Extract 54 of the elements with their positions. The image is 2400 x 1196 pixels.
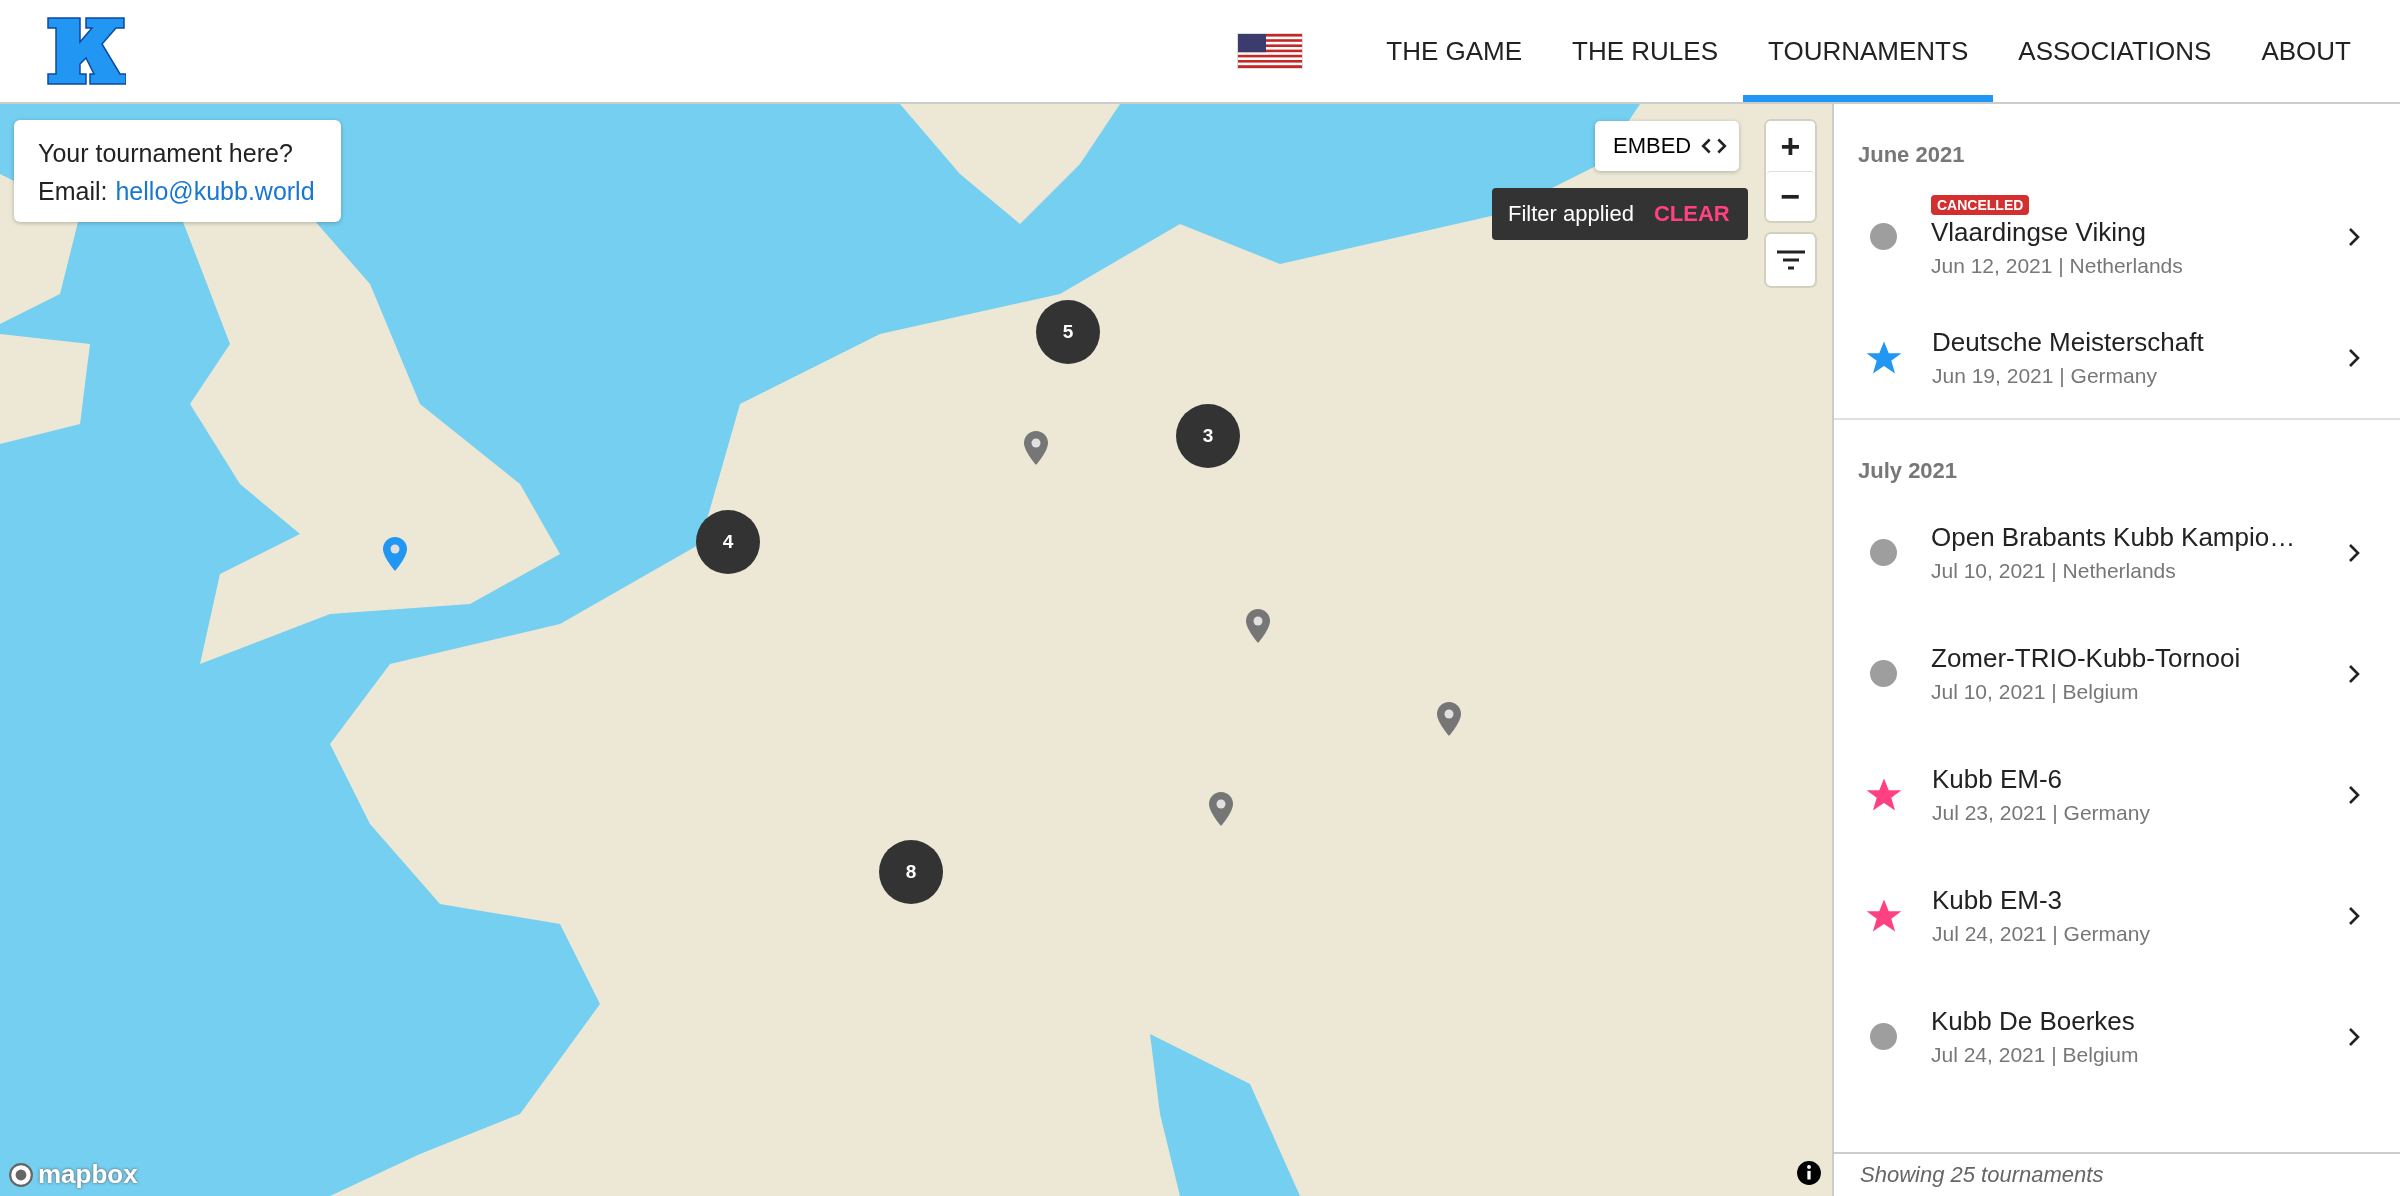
map-pin-icon[interactable] bbox=[1437, 702, 1461, 736]
tournament-item[interactable]: Open Brabants Kubb Kampio… Jul 10, 2021 | Netherlands bbox=[1834, 492, 2400, 613]
tournament-name: Open Brabants Kubb Kampio… bbox=[1931, 522, 2296, 553]
tournament-name: Zomer-TRIO-Kubb-Tornooi bbox=[1931, 643, 2241, 674]
chevron-right-icon bbox=[2348, 542, 2360, 563]
tournament-details: Jun 19, 2021 | Germany bbox=[1932, 364, 2157, 388]
tournament-item[interactable]: Deutsche Meisterschaft Jun 19, 2021 | Germany bbox=[1834, 297, 2400, 418]
tournament-item[interactable]: Kubb EM-3 Jul 24, 2021 | Germany bbox=[1834, 855, 2400, 976]
tournament-item[interactable]: Kubb De Boerkes Jul 24, 2021 | Belgium bbox=[1834, 976, 2400, 1097]
tournament-details: Jul 24, 2021 | Belgium bbox=[1931, 1043, 2139, 1067]
toast-text: Filter applied bbox=[1508, 201, 1634, 227]
chevron-right-icon bbox=[2348, 905, 2360, 926]
map-pin-icon[interactable] bbox=[1246, 609, 1270, 643]
map-pin-icon[interactable] bbox=[1209, 792, 1233, 826]
logo-icon[interactable] bbox=[46, 16, 126, 86]
info-icon[interactable] bbox=[1796, 1160, 1822, 1186]
filter-button[interactable] bbox=[1766, 234, 1815, 286]
tournament-details: Jul 23, 2021 | Germany bbox=[1932, 801, 2150, 825]
code-icon bbox=[1701, 137, 1728, 155]
cancelled-badge: CANCELLED bbox=[1931, 195, 2030, 215]
chevron-right-icon bbox=[2348, 347, 2360, 368]
tournament-name: Kubb EM-3 bbox=[1932, 885, 2063, 916]
chevron-right-icon bbox=[2348, 226, 2360, 247]
tournament-name: Deutsche Meisterschaft bbox=[1932, 327, 2204, 358]
tournament-name: Kubb De Boerkes bbox=[1931, 1006, 2135, 1037]
tournament-item[interactable]: Kubb EM-6 Jul 23, 2021 | Germany bbox=[1834, 734, 2400, 855]
email-link[interactable]: hello@kubb.world bbox=[115, 172, 315, 210]
promo-text: Your tournament here? bbox=[38, 138, 294, 169]
month-heading: July 2021 bbox=[1857, 457, 1959, 485]
map-pin-icon[interactable] bbox=[383, 537, 407, 571]
nav-tab[interactable]: ABOUT bbox=[2236, 0, 2376, 102]
filter-icon bbox=[1775, 250, 1806, 270]
clear-link[interactable]: CLEAR bbox=[1653, 201, 1730, 227]
tournament-item[interactable]: CANCELLED Vlaardingse Viking Jun 12, 2021 | Netherlands bbox=[1834, 176, 2400, 297]
embed-button[interactable]: EMBED bbox=[1595, 121, 1740, 171]
tournament-name: Kubb EM-6 bbox=[1932, 764, 2063, 795]
email-label: Email: bbox=[38, 176, 108, 207]
tournament-count: Showing 25 tournaments bbox=[1834, 1152, 2400, 1196]
chevron-right-icon bbox=[2348, 663, 2360, 684]
tournament-details: Jul 10, 2021 | Netherlands bbox=[1931, 559, 2176, 583]
month-heading: June 2021 bbox=[1857, 141, 1966, 169]
tournament-name: Vlaardingse Viking bbox=[1931, 217, 2146, 248]
nav-tab[interactable]: ASSOCIATIONS bbox=[1993, 0, 2237, 102]
zoom-out-button[interactable]: − bbox=[1766, 171, 1815, 221]
nav-tab[interactable]: THE RULES bbox=[1547, 0, 1743, 102]
nav-tab[interactable]: THE GAME bbox=[1361, 0, 1548, 102]
tournament-details: Jun 12, 2021 | Netherlands bbox=[1931, 254, 2183, 278]
flag-icon[interactable] bbox=[1237, 33, 1304, 69]
chevron-right-icon bbox=[2348, 1026, 2360, 1047]
chevron-right-icon bbox=[2348, 784, 2360, 805]
tournament-item[interactable]: Zomer-TRIO-Kubb-Tornooi Jul 10, 2021 | Belgium bbox=[1834, 613, 2400, 734]
map-pin-icon[interactable] bbox=[1024, 431, 1048, 465]
tournament-details: Jul 24, 2021 | Germany bbox=[1932, 922, 2150, 946]
tournament-details: Jul 10, 2021 | Belgium bbox=[1931, 680, 2139, 704]
